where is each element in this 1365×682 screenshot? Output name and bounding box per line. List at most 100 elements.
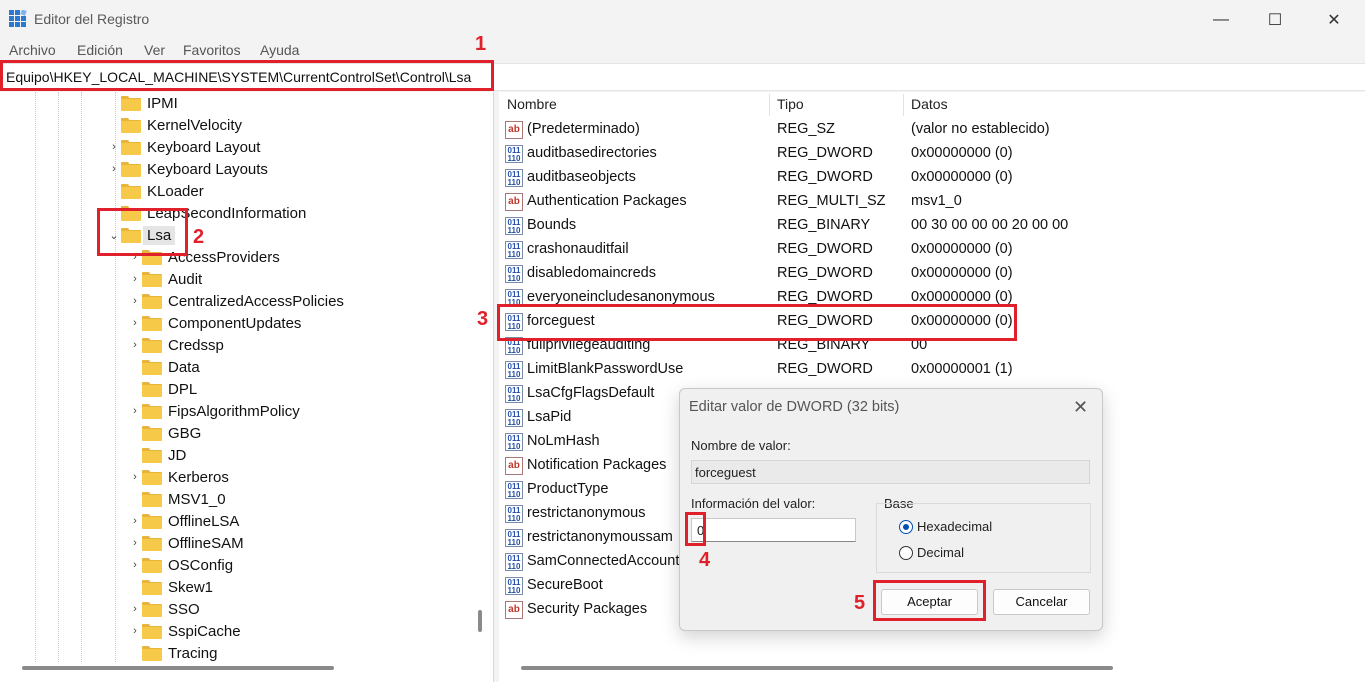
string-value-icon: ab <box>505 121 523 139</box>
tree-node[interactable]: › CentralizedAccessPolicies <box>128 290 344 312</box>
tree-node[interactable]: › OfflineSAM <box>128 532 243 554</box>
chevron-right-icon[interactable]: › <box>107 163 121 175</box>
value-data: 0x00000000 (0) <box>911 265 1013 281</box>
column-header-data[interactable]: Datos <box>911 96 948 118</box>
folder-icon <box>142 338 162 353</box>
value-name: Bounds <box>527 217 577 233</box>
tree-node[interactable]: MSV1_0 <box>128 488 226 510</box>
annotation-number-3: 3 <box>477 308 489 330</box>
chevron-right-icon[interactable]: › <box>107 141 121 153</box>
value-name-field: forceguest <box>691 460 1090 484</box>
folder-icon <box>142 448 162 463</box>
chevron-right-icon[interactable]: › <box>128 603 142 615</box>
tree-node[interactable]: › OSConfig <box>128 554 233 576</box>
value-name: LsaPid <box>527 409 572 425</box>
value-row[interactable]: ab (Predeterminado) REG_SZ (valor no establ… <box>499 118 1365 142</box>
radio-decimal-label[interactable]: Decimal <box>917 545 964 560</box>
tree-node-label: Data <box>168 358 200 376</box>
tree-node[interactable]: › Kerberos <box>128 466 229 488</box>
menu-favoritos[interactable]: Favoritos <box>183 42 241 58</box>
folder-icon <box>121 184 141 199</box>
binary-value-icon: 011 110 <box>505 217 523 235</box>
menu-ayuda[interactable]: Ayuda <box>260 42 299 58</box>
list-horizontal-scrollbar[interactable] <box>521 666 1113 670</box>
window-title: Editor del Registro <box>34 11 150 27</box>
radio-decimal[interactable] <box>899 546 913 560</box>
value-row[interactable]: 011 110 auditbaseobjects REG_DWORD 0x0000000… <box>499 166 1365 190</box>
tree-node[interactable]: KLoader <box>107 180 204 202</box>
close-window-button[interactable]: ✕ <box>1311 4 1357 36</box>
chevron-right-icon[interactable]: › <box>128 317 142 329</box>
tree-node[interactable]: JD <box>128 444 186 466</box>
tree-node[interactable]: Tracing <box>128 642 217 664</box>
tree-node[interactable]: › Audit <box>128 268 202 290</box>
tree-horizontal-scrollbar[interactable] <box>22 666 334 670</box>
binary-value-icon: 011 110 <box>505 361 523 379</box>
value-data: 0x00000000 (0) <box>911 169 1013 185</box>
tree-node-label: IPMI <box>147 94 178 112</box>
tree-node[interactable]: Data <box>128 356 200 378</box>
value-type: REG_DWORD <box>777 169 873 185</box>
folder-icon <box>142 602 162 617</box>
chevron-right-icon[interactable]: › <box>128 471 142 483</box>
value-row[interactable]: ab Authentication Packages REG_MULTI_SZ msv… <box>499 190 1365 214</box>
tree-guide <box>58 92 59 662</box>
tree-node[interactable]: › SspiCache <box>128 620 240 642</box>
column-header-name[interactable]: Nombre <box>507 96 557 118</box>
value-row[interactable]: 011 110 disabledomaincreds REG_DWORD 0x00000… <box>499 262 1365 286</box>
tree-node[interactable]: › Keyboard Layout <box>107 136 260 158</box>
value-type: REG_DWORD <box>777 289 873 305</box>
tree-node[interactable]: › Credssp <box>128 334 224 356</box>
chevron-right-icon[interactable]: › <box>128 537 142 549</box>
string-value-icon: ab <box>505 601 523 619</box>
menu-archivo[interactable]: Archivo <box>9 42 56 58</box>
radio-hexadecimal-label[interactable]: Hexadecimal <box>917 519 992 534</box>
cancel-button[interactable]: Cancelar <box>993 589 1090 615</box>
binary-value-icon: 011 110 <box>505 529 523 547</box>
value-name: auditbaseobjects <box>527 169 636 185</box>
value-row[interactable]: 011 110 auditbasedirectories REG_DWORD 0x000… <box>499 142 1365 166</box>
chevron-right-icon[interactable]: › <box>128 339 142 351</box>
value-name: Notification Packages <box>527 457 667 473</box>
tree-node-label: Keyboard Layouts <box>147 160 268 178</box>
chevron-right-icon[interactable]: › <box>128 515 142 527</box>
tree-node[interactable]: Skew1 <box>128 576 213 598</box>
chevron-right-icon[interactable]: › <box>128 405 142 417</box>
menu-edicion[interactable]: Edición <box>77 42 123 58</box>
chevron-right-icon[interactable]: › <box>128 625 142 637</box>
tree-node[interactable]: › OfflineLSA <box>128 510 239 532</box>
column-separator[interactable] <box>903 94 904 116</box>
minimize-button[interactable]: — <box>1198 4 1244 36</box>
tree-node[interactable]: › ComponentUpdates <box>128 312 301 334</box>
chevron-right-icon[interactable]: › <box>128 295 142 307</box>
registry-tree[interactable]: IPMI KernelVelocity › Keyboard Layout › Ke… <box>0 92 494 682</box>
tree-node[interactable]: › FipsAlgorithmPolicy <box>128 400 300 422</box>
tree-node[interactable]: KernelVelocity <box>107 114 242 136</box>
value-name: disabledomaincreds <box>527 265 656 281</box>
tree-node[interactable]: GBG <box>128 422 201 444</box>
menu-ver[interactable]: Ver <box>144 42 165 58</box>
dialog-close-icon[interactable]: ✕ <box>1073 397 1088 418</box>
value-row[interactable]: 011 110 crashonauditfail REG_DWORD 0x0000000… <box>499 238 1365 262</box>
radio-hexadecimal[interactable] <box>899 520 913 534</box>
maximize-button[interactable]: ☐ <box>1252 4 1298 36</box>
tree-node[interactable]: DPL <box>128 378 197 400</box>
value-data-input[interactable]: 0 <box>691 518 856 542</box>
value-data: (valor no establecido) <box>911 121 1050 137</box>
tree-node-label: Kerberos <box>168 468 229 486</box>
base-radio-group: Hexadecimal Decimal <box>876 503 1091 573</box>
value-row[interactable]: 011 110 Bounds REG_BINARY 00 30 00 00 00 20 … <box>499 214 1365 238</box>
tree-vertical-scrollbar[interactable] <box>478 610 482 632</box>
tree-node[interactable]: IPMI <box>107 92 178 114</box>
string-value-icon: ab <box>505 193 523 211</box>
value-data: 0x00000000 (0) <box>911 145 1013 161</box>
tree-node[interactable]: › SSO <box>128 598 200 620</box>
tree-node[interactable]: › Keyboard Layouts <box>107 158 268 180</box>
column-separator[interactable] <box>769 94 770 116</box>
value-type: REG_DWORD <box>777 265 873 281</box>
chevron-right-icon[interactable]: › <box>128 273 142 285</box>
value-row[interactable]: 011 110 LimitBlankPasswordUse REG_DWORD 0x00… <box>499 358 1365 382</box>
chevron-right-icon[interactable]: › <box>128 559 142 571</box>
column-header-type[interactable]: Tipo <box>777 96 804 118</box>
annotation-number-2: 2 <box>193 226 205 248</box>
